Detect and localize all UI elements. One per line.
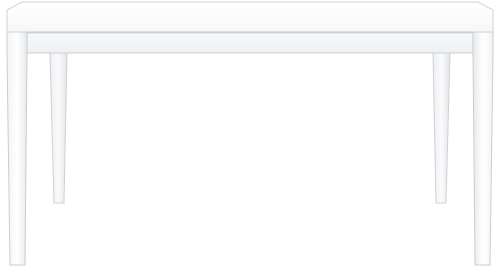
table-leg-front-right: [472, 31, 494, 266]
dining-table-illustration: [6, 1, 494, 266]
table-apron: [26, 32, 474, 54]
table-top: [6, 1, 494, 33]
table-leg-back-left: [49, 52, 68, 204]
table-leg-back-right: [432, 52, 451, 204]
product-photo: [0, 0, 500, 267]
table-leg-front-left: [6, 31, 28, 266]
